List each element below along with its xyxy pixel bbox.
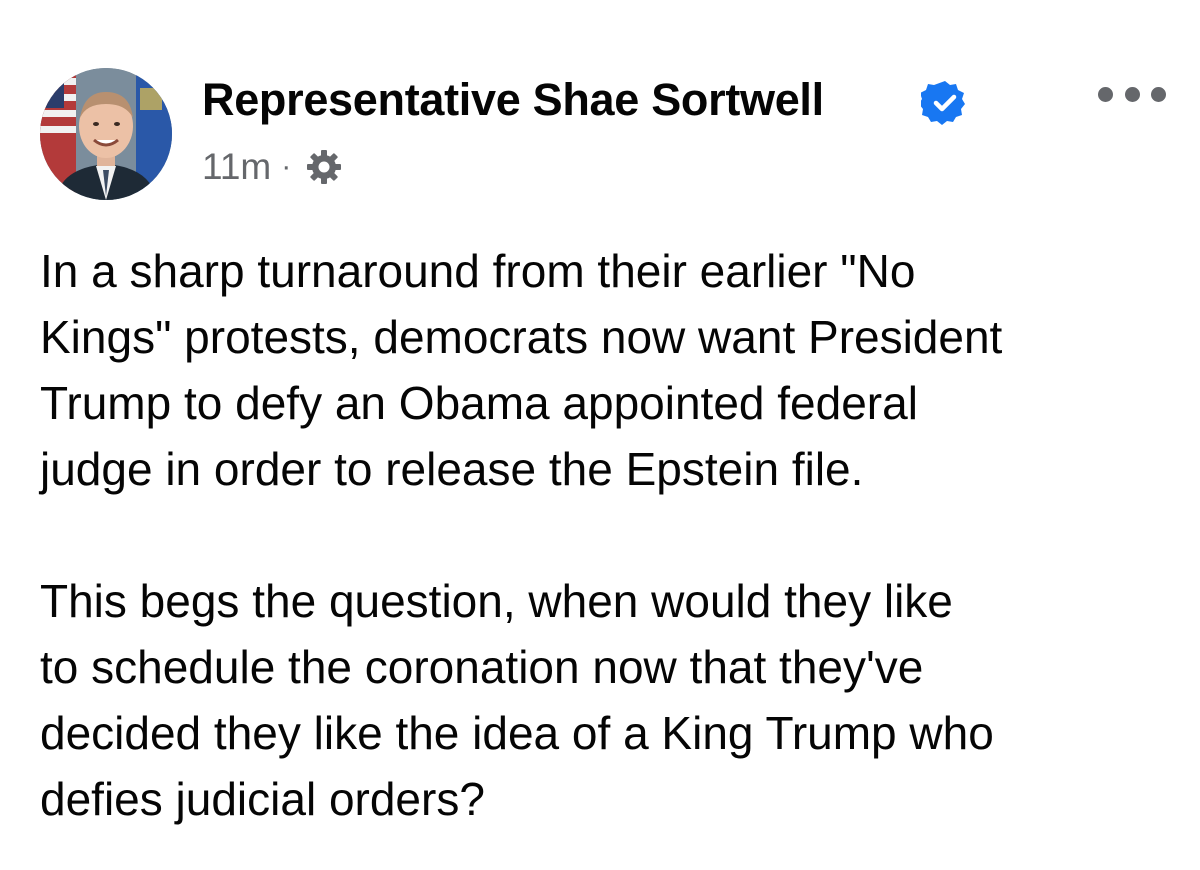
post-body: In a sharp turnaround from their earlier…	[40, 238, 1180, 832]
more-dot	[1151, 86, 1166, 102]
post-text-line: judge in order to release the Epstein fi…	[40, 443, 864, 495]
post-text-line: In a sharp turnaround from their earlier…	[40, 245, 916, 297]
meta-separator: ·	[281, 150, 292, 183]
more-options-icon[interactable]	[1098, 82, 1166, 106]
gear-icon[interactable]	[305, 148, 343, 186]
post-text-line: to schedule the coronation now that they…	[40, 641, 924, 693]
verified-badge-icon	[921, 81, 965, 125]
post-text-line: Trump to defy an Obama appointed federal	[40, 377, 918, 429]
more-dot	[1124, 86, 1140, 102]
post-text-line: Kings" protests, democrats now want Pres…	[40, 311, 1003, 363]
post-time[interactable]: 11m	[202, 146, 271, 188]
more-dot	[1098, 86, 1113, 102]
author-name[interactable]: Representative Shae Sortwell	[202, 74, 824, 126]
post-text-line: decided they like the idea of a King Tru…	[40, 707, 994, 759]
post-text-line: This begs the question, when would they …	[40, 575, 953, 627]
avatar-photo	[40, 68, 172, 200]
facebook-post: Representative Shae Sortwell 11m · In a …	[0, 0, 1200, 870]
post-meta: 11m ·	[202, 146, 343, 188]
post-text-line: defies judicial orders?	[40, 773, 485, 825]
profile-avatar[interactable]	[40, 68, 172, 200]
